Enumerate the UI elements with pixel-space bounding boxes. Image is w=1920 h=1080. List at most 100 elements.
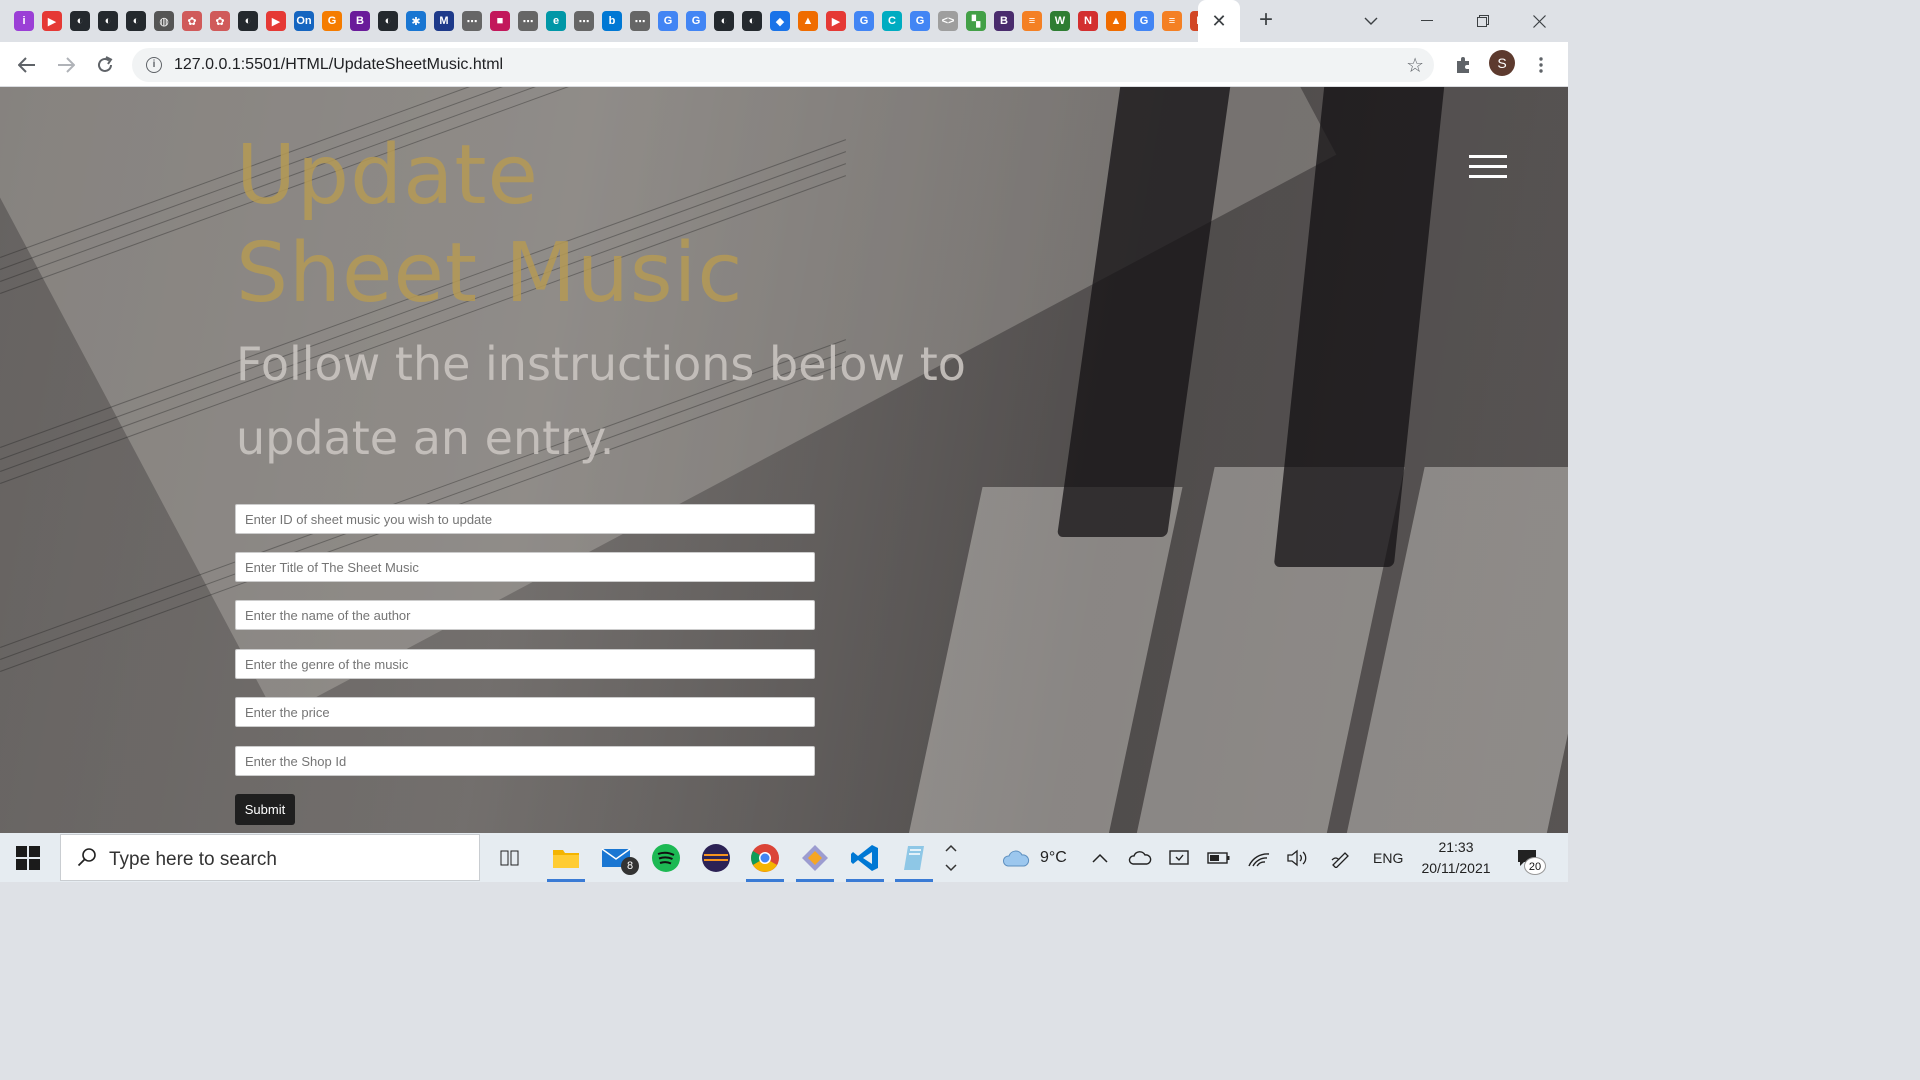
favicon-instagram-icon[interactable]: i [14,11,34,31]
favicon-github-icon[interactable]: ◐ [714,11,734,31]
favicon-github-icon[interactable]: ◐ [70,11,90,31]
taskbar-search-placeholder: Type here to search [109,849,277,870]
vscode-active-indicator [846,879,884,882]
weather-cloud-icon[interactable] [1002,833,1030,882]
active-tab[interactable]: ✕ [1198,0,1240,42]
eclipse-icon[interactable] [699,841,733,875]
battery-icon[interactable] [1207,833,1231,882]
spotify-icon[interactable] [649,841,683,875]
git-client-icon[interactable] [798,841,832,875]
favicon-github-icon[interactable]: ◐ [378,11,398,31]
back-arrow-icon[interactable] [14,52,40,78]
show-hidden-icons-chevron-icon[interactable] [1092,833,1108,882]
favicon-youtube-icon[interactable]: ▶ [42,11,62,31]
favicon-globe-icon[interactable]: ◍ [154,11,174,31]
mail-unread-badge: 8 [621,857,639,875]
weather-temperature[interactable]: 9°C [1040,833,1067,882]
tab-search-chevron-icon[interactable] [1343,0,1399,42]
page-title: Update Sheet Music [236,127,743,323]
favicon-netflix-icon[interactable]: N [1078,11,1098,31]
file-explorer-active-indicator [547,879,585,882]
language-indicator[interactable]: ENG [1373,833,1403,882]
favicon-gear-icon[interactable]: ✱ [406,11,426,31]
taskbar-search-box[interactable]: Type here to search [60,834,480,881]
bookmark-star-icon[interactable]: ☆ [1406,53,1424,78]
favicon-youtube-icon[interactable]: ▶ [826,11,846,31]
title-input[interactable] [235,552,815,582]
favicon-stackoverflow-icon[interactable]: ≡ [1022,11,1042,31]
chrome-icon[interactable] [748,841,782,875]
page-title-line1: Update [236,128,539,223]
extensions-puzzle-icon[interactable] [1450,52,1476,78]
favicon-chatgpt-icon[interactable]: ✿ [210,11,230,31]
minimize-button[interactable] [1399,0,1455,42]
url-text[interactable]: 127.0.0.1:5501/HTML/UpdateSheetMusic.htm… [174,56,503,74]
genre-input[interactable] [235,649,815,679]
favicon-google-icon[interactable]: G [1134,11,1154,31]
favicon-github-icon[interactable]: ◐ [742,11,762,31]
favicon-mdn-icon[interactable]: M [434,11,454,31]
close-window-button[interactable] [1511,0,1567,42]
chrome-active-indicator [746,879,784,882]
taskbar-scroll-arrows[interactable] [944,833,958,882]
favicon-shapes-icon[interactable]: ▲ [798,11,818,31]
onedrive-cloud-icon[interactable] [1128,833,1152,882]
wifi-icon[interactable] [1248,833,1270,882]
git-client-active-indicator [796,879,834,882]
new-tab-button[interactable]: + [1254,8,1278,33]
file-explorer-icon[interactable] [549,841,583,875]
site-info-icon[interactable]: i [146,57,162,73]
favicon-b-icon[interactable]: B [350,11,370,31]
forward-arrow-icon[interactable] [53,52,79,78]
address-bar[interactable]: i 127.0.0.1:5501/HTML/UpdateSheetMusic.h… [132,48,1434,82]
favicon-c-icon[interactable]: C [882,11,902,31]
restore-button[interactable] [1455,0,1511,42]
submit-button[interactable]: Submit [235,794,295,825]
favicon-shapes-icon[interactable]: ▲ [1106,11,1126,31]
favicon-youtube-icon[interactable]: ▶ [266,11,286,31]
sheet-music-id-input[interactable] [235,504,815,534]
favicon-stackoverflow-icon[interactable]: ≡ [1162,11,1182,31]
close-tab-icon[interactable]: ✕ [1211,11,1226,32]
favicon-github-icon[interactable]: ◐ [238,11,258,31]
search-icon [77,847,97,873]
favicon-dots-icon[interactable]: ⋯ [518,11,538,31]
favicon-w-icon[interactable]: W [1050,11,1070,31]
favicon-google-icon[interactable]: G [686,11,706,31]
favicon-edge-icon[interactable]: e [546,11,566,31]
security-icon[interactable] [1168,833,1190,882]
favicon-app-icon[interactable]: ■ [490,11,510,31]
favicon-bootstrap-icon[interactable]: B [994,11,1014,31]
profile-avatar[interactable]: S [1489,50,1515,76]
hamburger-menu-icon[interactable] [1469,155,1507,179]
favicon-dots-icon[interactable]: ⋯ [574,11,594,31]
notepad-active-indicator [895,879,933,882]
reload-icon[interactable] [92,52,118,78]
volume-icon[interactable] [1286,833,1308,882]
favicon-bing-icon[interactable]: b [602,11,622,31]
favicon-g-icon[interactable]: G [322,11,342,31]
windows-start-icon[interactable] [16,846,40,870]
shop-id-input[interactable] [235,746,815,776]
favicon-code-icon[interactable]: <> [938,11,958,31]
favicon-dots-icon[interactable]: ⋯ [630,11,650,31]
price-input[interactable] [235,697,815,727]
favicon-google-icon[interactable]: G [910,11,930,31]
pen-icon[interactable] [1330,833,1352,882]
favicon-google-icon[interactable]: G [854,11,874,31]
favicon-google-icon[interactable]: G [658,11,678,31]
favicon-colorful-icon[interactable]: ▚ [966,11,986,31]
system-clock[interactable]: 21:33 20/11/2021 [1410,837,1502,879]
favicon-dots-icon[interactable]: ⋯ [462,11,482,31]
vscode-icon[interactable] [848,841,882,875]
favicon-diamond-icon[interactable]: ◆ [770,11,790,31]
notepad-icon[interactable] [897,841,931,875]
clock-date: 20/11/2021 [1421,860,1491,876]
author-input[interactable] [235,600,815,630]
favicon-github-icon[interactable]: ◐ [98,11,118,31]
favicon-on-icon[interactable]: On [294,11,314,31]
task-view-icon[interactable] [493,841,527,875]
browser-menu-icon[interactable] [1528,52,1554,78]
favicon-chatgpt-icon[interactable]: ✿ [182,11,202,31]
favicon-github-icon[interactable]: ◐ [126,11,146,31]
